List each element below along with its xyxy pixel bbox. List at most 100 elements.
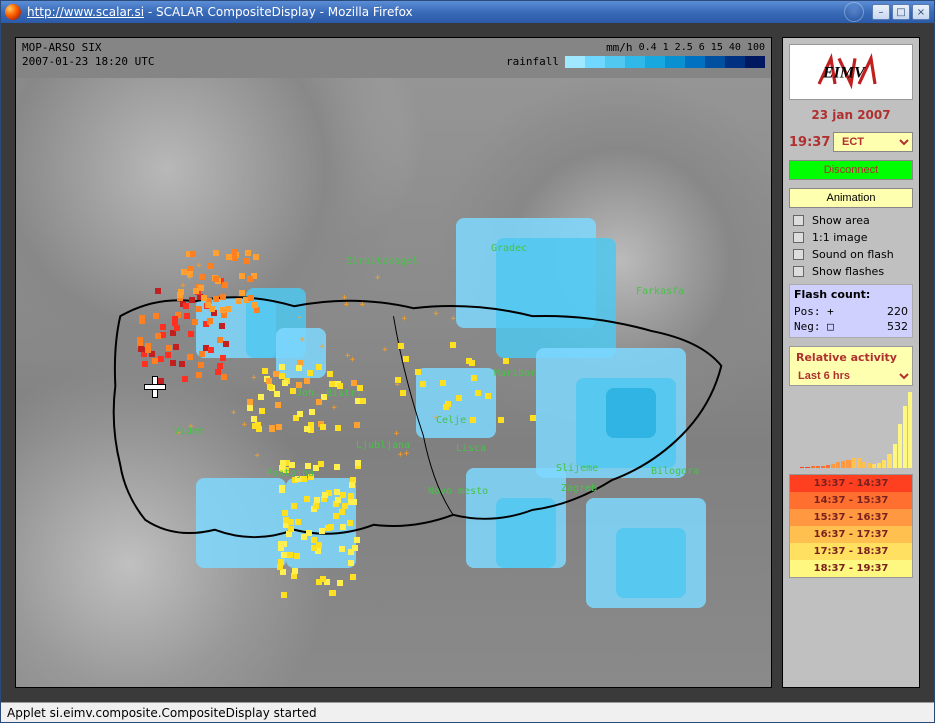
checkbox-row[interactable]: 1:1 image [783, 229, 919, 246]
flash-marker [208, 347, 214, 353]
flash-marker [348, 493, 354, 499]
flash-cross: + [251, 375, 258, 382]
flash-marker [351, 380, 357, 386]
flash-marker [283, 517, 289, 523]
checkbox[interactable] [793, 266, 804, 277]
flash-marker [443, 404, 449, 410]
flash-cross: + [402, 316, 409, 323]
flash-marker [325, 525, 331, 531]
histogram-bar [826, 465, 830, 468]
time-legend-row: 18:37 - 19:37 [790, 560, 912, 577]
flash-marker [329, 381, 335, 387]
flash-marker [304, 426, 310, 432]
flash-marker [247, 276, 253, 282]
flash-marker [187, 354, 193, 360]
flash-marker [470, 417, 476, 423]
flash-marker [205, 302, 211, 308]
histogram-bar [872, 464, 876, 468]
flash-marker [281, 541, 287, 547]
flash-marker [281, 592, 287, 598]
flash-marker [335, 425, 341, 431]
eimv-logo: EIMV [789, 44, 913, 100]
flash-marker [179, 361, 185, 367]
flash-marker [400, 390, 406, 396]
histogram-bar [908, 392, 912, 468]
sidebar: EIMV 23 jan 2007 19:37 ECT Disconnect An… [782, 37, 920, 688]
relative-activity-select[interactable]: Last 6 hrs [789, 366, 913, 386]
flash-cross: + [242, 422, 249, 429]
time-legend-row: 16:37 - 17:37 [790, 526, 912, 543]
applet: MOP-ARSO SIX 2007-01-23 18:20 UTC mm/h 0… [1, 23, 934, 702]
legend-swatches [565, 56, 765, 68]
histogram-bar [862, 462, 866, 468]
flash-marker [248, 295, 254, 301]
flash-marker [403, 356, 409, 362]
histogram-bar [846, 460, 850, 468]
checkbox[interactable] [793, 249, 804, 260]
flash-marker [183, 303, 189, 309]
checkbox-row[interactable]: Sound on flash [783, 246, 919, 263]
city-label: Zirbitzkogel [346, 256, 418, 267]
flash-marker [221, 374, 227, 380]
histogram-bar [800, 467, 804, 468]
checkbox-label: Show area [812, 214, 870, 227]
swirl-decoration [844, 2, 864, 22]
city-label: Videm [174, 426, 204, 437]
flash-marker [196, 372, 202, 378]
histogram-bar [841, 461, 845, 468]
flash-marker [292, 568, 298, 574]
flash-marker [415, 369, 421, 375]
flash-marker [498, 417, 504, 423]
flash-count-box: Flash count: Pos: +220 Neg: □532 [789, 284, 913, 338]
flash-marker [420, 381, 426, 387]
flash-marker [138, 346, 144, 352]
flash-marker [139, 318, 145, 324]
checkbox[interactable] [793, 215, 804, 226]
flash-marker [172, 316, 178, 322]
disconnect-button[interactable]: Disconnect [789, 160, 913, 180]
timezone-select[interactable]: ECT [833, 132, 913, 152]
flash-marker [153, 313, 159, 319]
histogram-bar [893, 444, 897, 468]
flash-marker [217, 363, 223, 369]
flash-cross: + [180, 283, 187, 290]
flash-marker [334, 464, 340, 470]
flash-marker [316, 399, 322, 405]
city-label: Gradec [491, 243, 527, 254]
titlebar[interactable]: http://www.scalar.si - SCALAR CompositeD… [1, 1, 934, 23]
time-legend-row: 13:37 - 14:37 [790, 475, 912, 492]
flash-marker [306, 530, 312, 536]
histogram-bar [903, 406, 907, 468]
map-frame[interactable]: MOP-ARSO SIX 2007-01-23 18:20 UTC mm/h 0… [15, 37, 772, 688]
time-legend-row: 14:37 - 15:37 [790, 492, 912, 509]
flash-marker [456, 395, 462, 401]
flash-marker [192, 319, 198, 325]
maximize-button[interactable]: □ [892, 4, 910, 20]
flash-marker [355, 460, 361, 466]
close-button[interactable]: × [912, 4, 930, 20]
histogram-bar [852, 458, 856, 468]
flash-marker [166, 345, 172, 351]
minimize-button[interactable]: – [872, 4, 890, 20]
flash-marker [340, 492, 346, 498]
date-label: 23 jan 2007 [783, 106, 919, 128]
time-color-legend: 13:37 - 14:3714:37 - 15:3715:37 - 16:371… [789, 474, 913, 578]
flash-marker [334, 489, 340, 495]
flash-marker [236, 298, 242, 304]
time-legend-row: 17:37 - 18:37 [790, 543, 912, 560]
window-title: http://www.scalar.si - SCALAR CompositeD… [27, 5, 844, 19]
flash-marker [253, 254, 259, 260]
animation-button[interactable]: Animation [789, 188, 913, 208]
checkbox[interactable] [793, 232, 804, 243]
checkbox-row[interactable]: Show area [783, 212, 919, 229]
flash-marker [349, 482, 355, 488]
map-source: MOP-ARSO SIX [22, 41, 154, 54]
flash-marker [215, 369, 221, 375]
checkbox-row[interactable]: Show flashes [783, 263, 919, 280]
flash-marker [304, 496, 310, 502]
flash-marker [282, 510, 288, 516]
flash-cross: + [350, 357, 357, 364]
flash-marker [316, 364, 322, 370]
flash-marker [160, 324, 166, 330]
flash-cross: + [299, 337, 306, 344]
